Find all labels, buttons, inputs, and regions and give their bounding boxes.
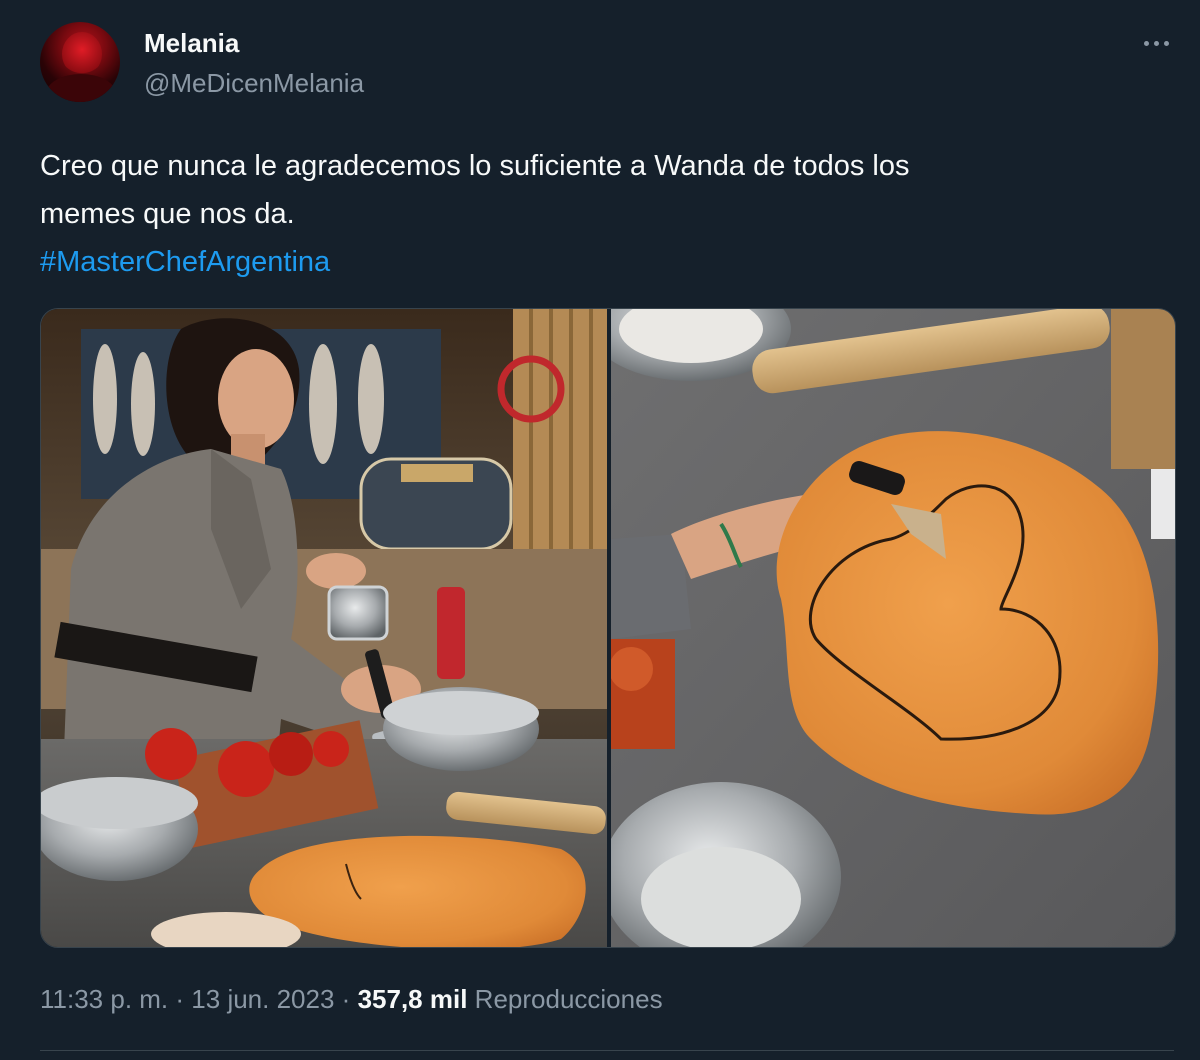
divider	[40, 1050, 1174, 1051]
meta-separator: ·	[175, 984, 185, 1014]
author-display-name[interactable]: Melania	[144, 28, 239, 59]
more-horizontal-icon-dot	[1163, 40, 1169, 46]
avatar-shoulder	[46, 74, 116, 102]
avatar[interactable]	[40, 22, 120, 102]
tweet-media[interactable]	[40, 308, 1176, 948]
tweet-text-line: memes que nos da.	[40, 198, 295, 230]
avatar-face	[62, 32, 102, 76]
tweet-card: Melania @MeDicenMelania Creo que nunca l…	[0, 0, 1200, 1060]
tweet-date[interactable]: 13 jun. 2023	[191, 984, 334, 1014]
more-options-button[interactable]	[1130, 26, 1182, 60]
tweet-time[interactable]: 11:33 p. m.	[40, 984, 168, 1014]
meta-separator: ·	[341, 984, 351, 1014]
media-image	[41, 309, 1175, 947]
right-photo	[611, 309, 1175, 947]
author-handle[interactable]: @MeDicenMelania	[144, 68, 364, 99]
hashtag-link[interactable]: #MasterChefArgentina	[40, 238, 1150, 286]
more-horizontal-icon	[1143, 40, 1149, 46]
views-count[interactable]: 357,8 mil	[358, 984, 468, 1014]
left-photo	[41, 309, 607, 947]
tweet-meta: 11:33 p. m. · 13 jun. 2023 · 357,8 mil R…	[40, 984, 663, 1015]
more-horizontal-icon-dot	[1153, 40, 1159, 46]
tweet-text: Creo que nunca le agradecemos lo suficie…	[40, 142, 1150, 286]
tweet-text-line: Creo que nunca le agradecemos lo suficie…	[40, 150, 910, 182]
views-label[interactable]: Reproducciones	[475, 984, 663, 1014]
